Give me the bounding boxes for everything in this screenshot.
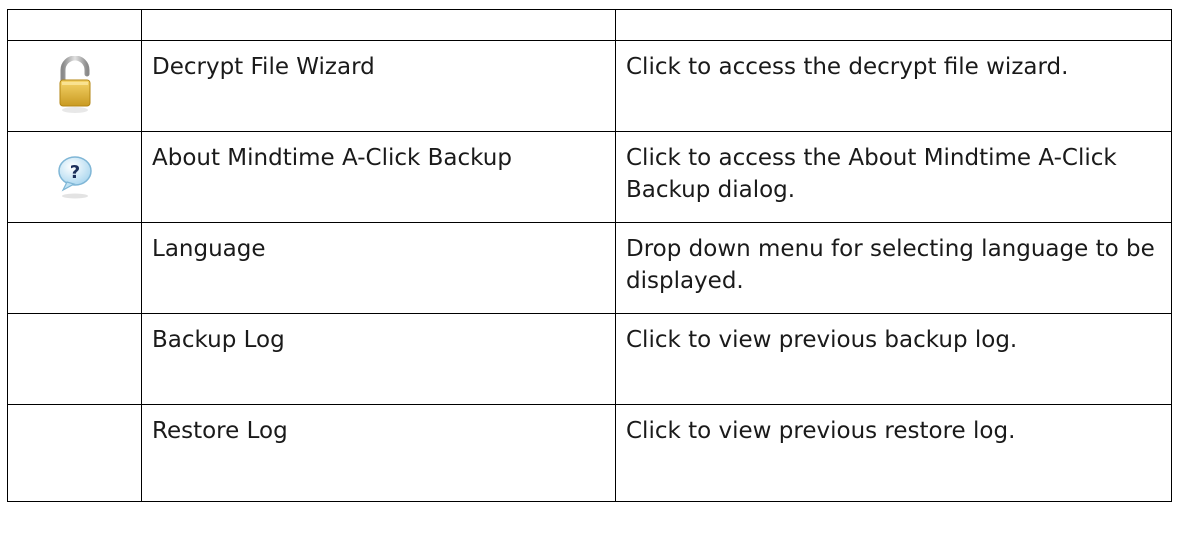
table-row: Restore Log Click to view previous resto… <box>7 404 1172 502</box>
icon-cell <box>7 222 142 314</box>
feature-name-cell: Restore Log <box>141 404 616 502</box>
feature-description-cell: Click to access the About Mindtime A-Cli… <box>615 131 1172 223</box>
feature-description: Click to access the decrypt file wizard. <box>626 54 1069 80</box>
table-row: ? About Mindtime A-Click Backup Click to… <box>7 131 1172 223</box>
icon-cell: ? <box>7 131 142 223</box>
feature-name: Language <box>152 236 266 262</box>
feature-name: About Mindtime A-Click Backup <box>152 145 512 171</box>
feature-description-cell: Click to view previous restore log. <box>615 404 1172 502</box>
table-row: Language Drop down menu for selecting la… <box>7 222 1172 314</box>
feature-description-cell: Click to access the decrypt file wizard. <box>615 40 1172 132</box>
feature-description: Click to view previous backup log. <box>626 327 1018 353</box>
icon-cell <box>7 404 142 502</box>
header-cell-description <box>615 9 1172 41</box>
table-row: Backup Log Click to view previous backup… <box>7 313 1172 405</box>
header-cell-name <box>141 9 616 41</box>
table-header-row <box>7 9 1172 41</box>
feature-name-cell: About Mindtime A-Click Backup <box>141 131 616 223</box>
svg-text:?: ? <box>69 162 79 183</box>
header-cell-icon <box>7 9 142 41</box>
open-padlock-icon <box>59 56 90 113</box>
features-table: Decrypt File Wizard Click to access the … <box>7 9 1172 502</box>
icon-cell <box>7 40 142 132</box>
feature-name-cell: Backup Log <box>141 313 616 405</box>
table-row: Decrypt File Wizard Click to access the … <box>7 40 1172 132</box>
feature-name-cell: Decrypt File Wizard <box>141 40 616 132</box>
feature-description: Drop down menu for selecting language to… <box>626 236 1155 294</box>
feature-name: Decrypt File Wizard <box>152 54 375 80</box>
feature-description-cell: Drop down menu for selecting language to… <box>615 222 1172 314</box>
feature-name-cell: Language <box>141 222 616 314</box>
feature-description: Click to access the About Mindtime A-Cli… <box>626 145 1117 203</box>
icon-cell <box>7 313 142 405</box>
feature-description-cell: Click to view previous backup log. <box>615 313 1172 405</box>
help-speech-bubble-icon: ? <box>57 156 92 199</box>
feature-name: Backup Log <box>152 327 285 353</box>
feature-description: Click to view previous restore log. <box>626 418 1016 444</box>
feature-name: Restore Log <box>152 418 288 444</box>
